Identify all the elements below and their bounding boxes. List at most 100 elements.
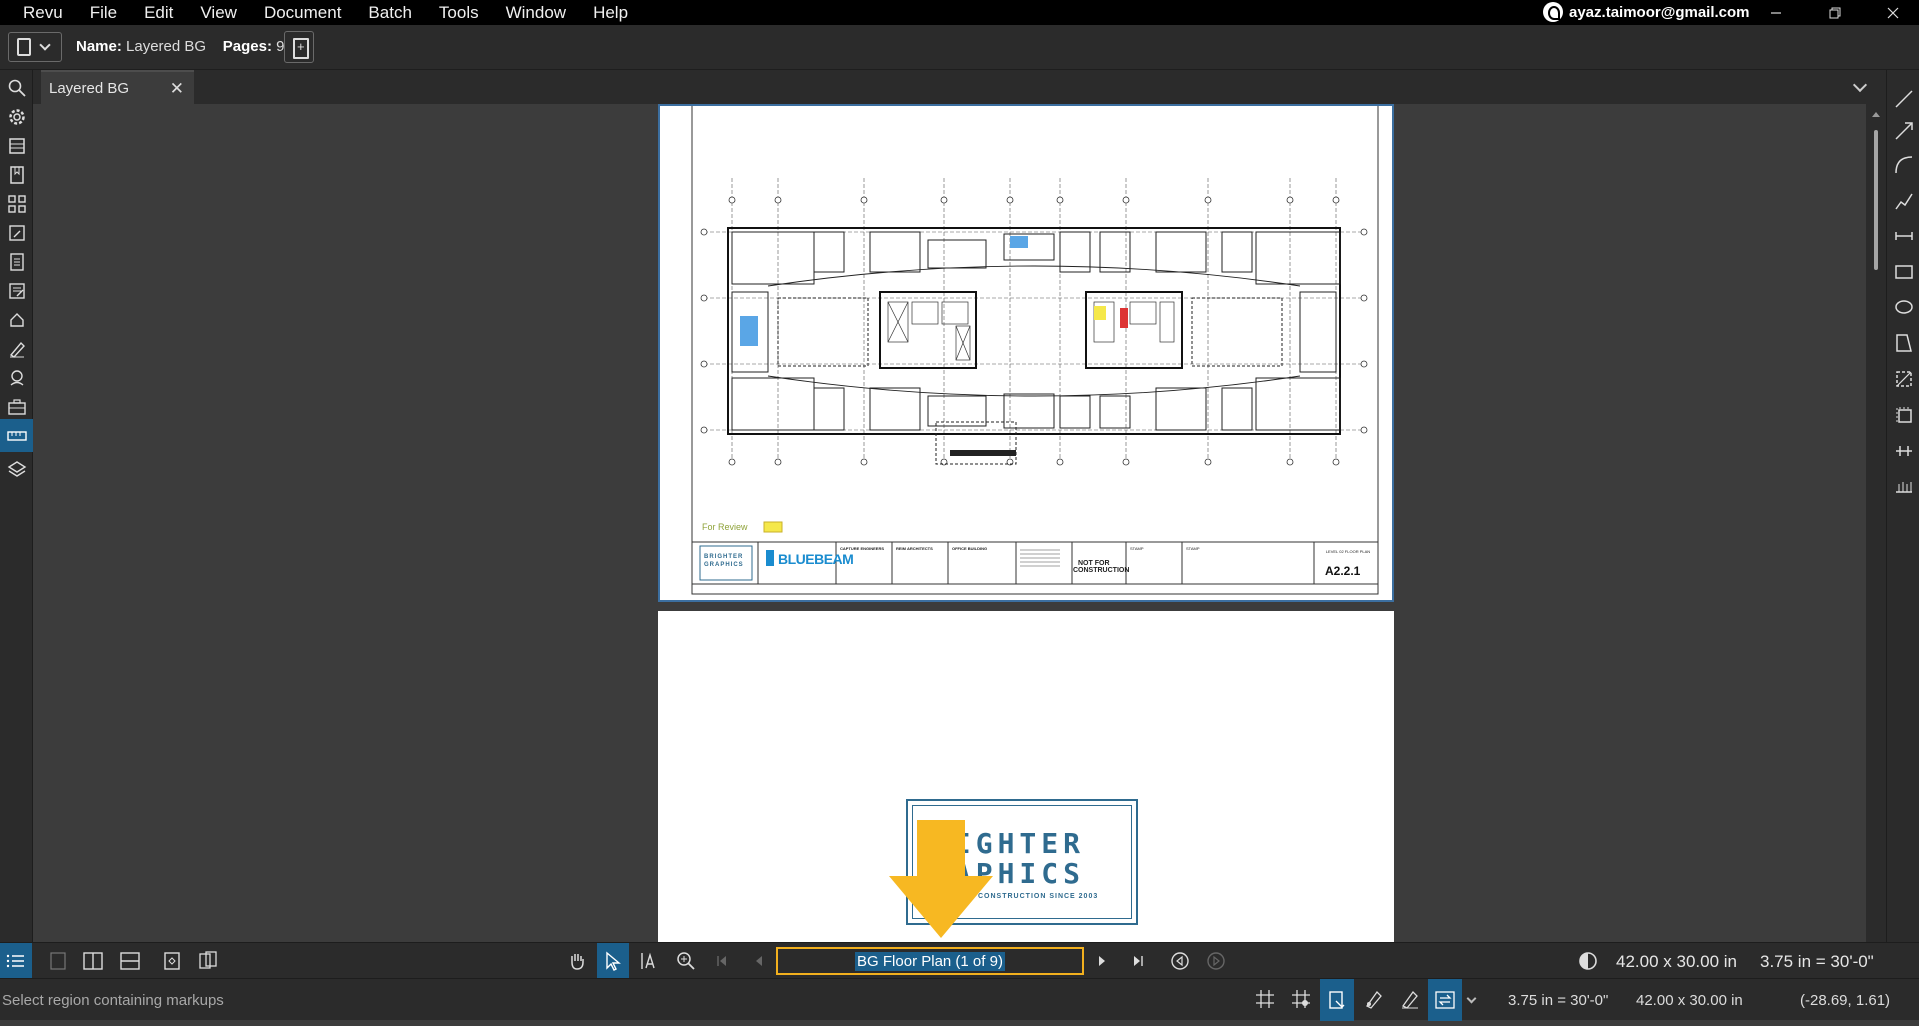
minimize-button[interactable]	[1753, 0, 1799, 25]
construction-label: CONSTRUCTION	[1073, 567, 1130, 574]
studio-icon[interactable]	[7, 136, 27, 156]
snap-to-markup-icon[interactable]	[1362, 987, 1386, 1011]
grid-icon[interactable]	[1253, 987, 1277, 1011]
stamp-label-1: STAMP	[1130, 546, 1144, 551]
settings-gear-icon[interactable]	[7, 107, 27, 127]
page-1[interactable]: For Review BRIGHTER GRAPHICS BLUEBEAM CA…	[658, 104, 1394, 602]
rectangle-tool-icon[interactable]	[1893, 261, 1915, 283]
pages-label: Pages:	[222, 38, 272, 55]
restore-button[interactable]	[1812, 0, 1858, 25]
area-measure-icon[interactable]	[1893, 368, 1915, 390]
volume-measure-icon[interactable]	[1893, 404, 1915, 426]
restore-icon	[1829, 7, 1841, 18]
file-access-icon[interactable]	[7, 252, 27, 272]
menu-bar: Revu File Edit View Document Batch Tools…	[0, 0, 1919, 25]
status-scale: 3.75 in = 30'-0"	[1508, 992, 1609, 1009]
select-text-icon[interactable]	[637, 949, 661, 973]
menu-items: Revu File Edit View Document Batch Tools…	[23, 3, 655, 23]
count-measure-icon[interactable]	[1893, 440, 1915, 462]
line-tool-icon[interactable]	[1893, 88, 1915, 110]
bluebeam-logo: BLUEBEAM	[778, 551, 854, 567]
sync-view-icon[interactable]	[160, 949, 184, 973]
document-canvas[interactable]: For Review BRIGHTER GRAPHICS BLUEBEAM CA…	[34, 104, 1886, 942]
select-cursor-icon[interactable]	[597, 943, 629, 979]
bookmarks-icon[interactable]	[7, 165, 27, 185]
sync-icon[interactable]	[1428, 979, 1462, 1021]
search-icon[interactable]	[7, 78, 27, 98]
signatures-icon[interactable]	[7, 339, 27, 359]
brighter-logo-line1: BRIGHTER	[704, 554, 744, 560]
navigation-toolbar: BG Floor Plan (1 of 9) 42.00 x 30.00 in …	[0, 942, 1919, 979]
thumbnails-icon[interactable]	[7, 194, 27, 214]
vertical-scrollbar[interactable]	[1866, 104, 1886, 942]
last-page-icon[interactable]	[1126, 949, 1150, 973]
snap-to-content-icon[interactable]	[1320, 979, 1354, 1021]
document-tabs: Layered BG ✕	[33, 70, 1886, 104]
account-button[interactable]: ayaz.taimoor@gmail.com	[1543, 2, 1750, 22]
properties-icon[interactable]	[7, 281, 27, 301]
page-scale-display: 3.75 in = 30'-0"	[1760, 952, 1874, 971]
places-icon[interactable]	[7, 368, 27, 388]
page-navigation-field[interactable]: BG Floor Plan (1 of 9)	[776, 947, 1084, 975]
logo-tagline: CONSTRUCTION SINCE 2003	[978, 893, 1099, 900]
toolbox-icon[interactable]	[7, 397, 27, 417]
dimension-tool-icon[interactable]	[1893, 225, 1915, 247]
next-page-icon[interactable]	[1090, 949, 1114, 973]
arc-tool-icon[interactable]	[1893, 154, 1915, 176]
add-page-button[interactable]	[284, 31, 314, 63]
split-horizontal-icon[interactable]	[118, 949, 142, 973]
status-size: 42.00 x 30.00 in	[1636, 992, 1743, 1009]
first-page-icon[interactable]	[710, 949, 734, 973]
minimize-icon	[1771, 11, 1781, 14]
for-review-stamp[interactable]: For Review	[702, 522, 748, 532]
document-info: Name: Layered BG Pages: 9	[76, 38, 284, 55]
menu-view[interactable]: View	[200, 3, 237, 23]
floor-plan-drawing	[691, 106, 1379, 595]
menu-help[interactable]: Help	[593, 3, 628, 23]
zoom-icon[interactable]	[674, 949, 698, 973]
brighter-logo-line2: GRAPHICS	[704, 562, 744, 568]
scrollbar-thumb[interactable]	[1874, 130, 1878, 270]
menu-tools[interactable]: Tools	[439, 3, 479, 23]
next-view-icon[interactable]	[1204, 949, 1228, 973]
previous-page-icon[interactable]	[747, 949, 771, 973]
capture-engineers-label: CAPTURE ENGINEERS	[840, 546, 885, 551]
polygon-tool-icon[interactable]	[1893, 332, 1915, 354]
split-vertical-icon[interactable]	[81, 949, 105, 973]
perimeter-measure-icon[interactable]	[1893, 476, 1915, 498]
cursor-coordinates: (-28.69, 1.61)	[1800, 992, 1891, 1009]
reuse-markup-icon[interactable]	[1398, 987, 1422, 1011]
status-message: Select region containing markups	[2, 992, 224, 1009]
menu-revu[interactable]: Revu	[23, 3, 63, 23]
menu-file[interactable]: File	[90, 3, 117, 23]
contrast-icon[interactable]	[1576, 949, 1600, 973]
compare-documents-icon[interactable]	[196, 949, 220, 973]
sync-dropdown-chevron-icon[interactable]	[1466, 993, 1477, 1004]
close-tab-icon[interactable]: ✕	[170, 79, 184, 99]
office-building-label: OFFICE BUILDING	[952, 546, 988, 551]
menu-batch[interactable]: Batch	[368, 3, 411, 23]
layers-icon[interactable]	[7, 460, 27, 480]
polyline-tool-icon[interactable]	[1893, 190, 1915, 212]
ellipse-tool-icon[interactable]	[1893, 296, 1915, 318]
yellow-arrow-annotation	[889, 820, 993, 938]
single-page-view-icon[interactable]	[46, 949, 70, 973]
page-size-display: 42.00 x 30.00 in	[1616, 952, 1737, 971]
bluebeam-account-icon	[1543, 2, 1563, 22]
tool-chest-icon[interactable]	[7, 310, 27, 330]
scroll-up-arrow-icon[interactable]	[1872, 112, 1880, 117]
arrow-tool-icon[interactable]	[1893, 120, 1915, 142]
pan-hand-icon[interactable]	[565, 949, 589, 973]
tab-layered-bg[interactable]: Layered BG ✕	[41, 70, 194, 104]
previous-view-icon[interactable]	[1168, 949, 1192, 973]
panel-list-button[interactable]	[0, 943, 32, 979]
menu-window[interactable]: Window	[506, 3, 566, 23]
snap-to-grid-icon[interactable]	[1289, 987, 1313, 1011]
markups-list-icon[interactable]	[7, 223, 27, 243]
measurements-ruler-icon[interactable]	[0, 419, 33, 452]
menu-document[interactable]: Document	[264, 3, 341, 23]
page-2[interactable]: RIGHTER RAPHICS CONSTRUCTION SINCE 2003	[658, 611, 1394, 942]
document-menu-button[interactable]	[8, 32, 62, 62]
menu-edit[interactable]: Edit	[144, 3, 173, 23]
close-window-button[interactable]	[1870, 0, 1916, 25]
